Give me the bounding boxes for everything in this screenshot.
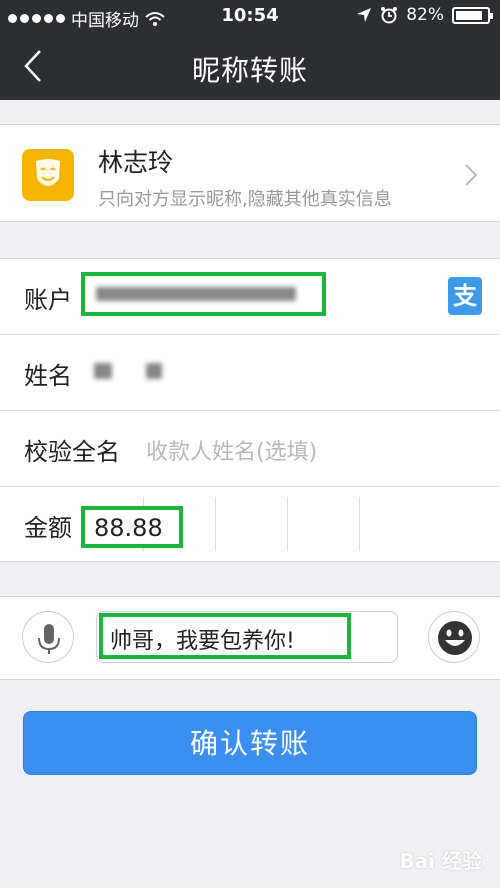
verify-label: 校验全名 xyxy=(24,438,120,466)
memo-text: 帅哥，我要包养你! xyxy=(110,629,295,654)
smiley-icon xyxy=(438,621,472,655)
chevron-right-icon xyxy=(465,164,478,186)
divider xyxy=(215,497,216,551)
watermark: Bai 经验 xyxy=(399,849,482,873)
nav-bar: 昵称转账 xyxy=(0,33,500,100)
alipay-icon[interactable]: 支 xyxy=(448,277,482,315)
status-bar: 中国移动 10:54 82% xyxy=(0,0,500,33)
divider xyxy=(359,497,360,551)
verify-name-input[interactable]: 收款人姓名(选填) xyxy=(146,434,317,466)
mask-avatar-icon xyxy=(36,159,60,186)
name-value-redacted-2 xyxy=(146,363,162,379)
account-label: 账户 xyxy=(24,286,72,314)
avatar xyxy=(22,149,74,201)
memo-bar: 帅哥，我要包养你! xyxy=(0,596,500,680)
amount-label: 金额 xyxy=(24,514,72,542)
divider xyxy=(287,497,288,551)
mic-button[interactable] xyxy=(22,611,74,663)
page-title: 昵称转账 xyxy=(191,54,308,87)
name-row: 姓名 xyxy=(0,335,500,411)
account-highlight xyxy=(81,272,326,316)
battery-percent: 82% xyxy=(406,5,444,25)
verify-row[interactable]: 校验全名 收款人姓名(选填) xyxy=(0,411,500,487)
memo-highlight: 帅哥，我要包养你! xyxy=(99,613,351,659)
amount-input[interactable]: 88.88 xyxy=(81,506,183,548)
battery-icon xyxy=(452,6,493,24)
location-icon xyxy=(357,8,372,22)
recipient-name: 林志玲 xyxy=(98,148,174,177)
microphone-icon xyxy=(38,624,60,654)
emoji-button[interactable] xyxy=(428,611,480,663)
name-value-redacted xyxy=(94,363,112,379)
transfer-form: 账户 支 姓名 校验全名 收款人姓名(选填) 金额 88.88 xyxy=(0,258,500,562)
amount-row[interactable]: 金额 88.88 xyxy=(0,487,500,563)
account-row[interactable]: 账户 支 xyxy=(0,259,500,335)
confirm-transfer-button[interactable]: 确认转账 xyxy=(23,711,477,775)
recipient-description: 只向对方显示昵称,隐藏其他真实信息 xyxy=(98,189,392,210)
amount-value: 88.88 xyxy=(94,514,163,542)
name-label: 姓名 xyxy=(24,362,72,390)
recipient-card[interactable]: 林志玲 只向对方显示昵称,隐藏其他真实信息 xyxy=(0,124,500,222)
alarm-icon xyxy=(381,7,398,24)
